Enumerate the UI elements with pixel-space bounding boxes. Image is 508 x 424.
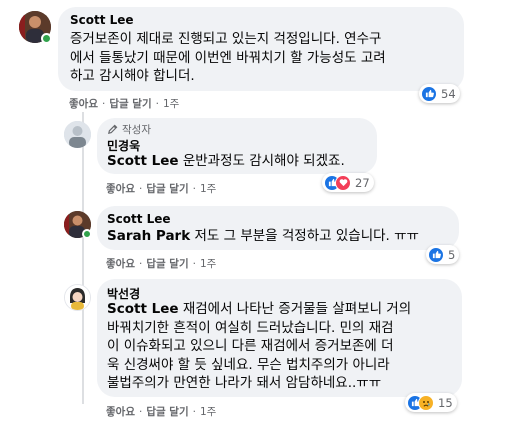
like-reaction-icon <box>421 85 437 102</box>
online-status-icon <box>82 229 92 239</box>
comment-text: Sarah Park 저도 그 부분을 걱정하고 있습니다. ㅠㅠ <box>107 227 457 246</box>
like-button[interactable]: 좋아요 <box>106 404 135 419</box>
comment-text: Scott Lee 재검에서 나타난 증거물들 살펴보니 거의 바꿔치기한 흔적… <box>107 300 459 393</box>
reaction-count: 5 <box>448 247 456 262</box>
separator: · <box>192 406 196 418</box>
separator: · <box>192 183 196 195</box>
comment-text: 증거보존이 제대로 진행되고 있는지 걱정입니다. 연수구 에서 들통났기 때문… <box>70 30 460 86</box>
comment-timestamp[interactable]: 1주 <box>200 404 216 419</box>
sad-reaction-icon <box>418 394 434 411</box>
comment-text-line: 욱 신경써야 할 듯 싶네요. 무슨 법치주의가 아니라 <box>107 356 390 373</box>
comment-text-line: 이 이슈화되고 있으니 다른 재검에서 증거보존에 더 <box>107 338 394 354</box>
like-button[interactable]: 좋아요 <box>69 96 98 111</box>
reply-button[interactable]: 답글 달기 <box>146 404 188 419</box>
comment-text-line: 재검에서 나타난 증거물들 살펴보니 거의 <box>178 301 412 317</box>
comment-text-body: 운반과정도 감시해야 되겠죠. <box>178 153 345 169</box>
comment-text-line: 바꿔치기한 흔적이 여실히 드러났습니다. 민의 재검 <box>107 319 394 336</box>
comment-actions: 좋아요 · 답글 달기 · 1주 <box>106 181 216 196</box>
reply-button[interactable]: 답글 달기 <box>109 96 151 111</box>
comment-text-body: 저도 그 부분을 걱정하고 있습니다. ㅠㅠ <box>190 228 419 244</box>
reaction-summary[interactable]: 5 <box>426 245 460 264</box>
comment-author[interactable]: Scott Lee <box>70 13 134 27</box>
separator: · <box>155 98 159 110</box>
comment-timestamp[interactable]: 1주 <box>200 256 216 271</box>
author-badge: 작성자 <box>107 122 151 137</box>
comment-text-line: 에서 들통났기 때문에 이번엔 바꿔치기 할 가능성도 고려 <box>70 49 386 66</box>
reply-button[interactable]: 답글 달기 <box>146 181 188 196</box>
avatar-image <box>65 285 90 310</box>
comment-text: Scott Lee 운반과정도 감시해야 되겠죠. <box>107 152 377 171</box>
comment-text-line: 하고 감시해야 합니더. <box>70 68 195 84</box>
avatar[interactable] <box>64 121 91 148</box>
reaction-count: 54 <box>441 86 456 101</box>
separator: · <box>138 406 143 418</box>
online-status-icon <box>41 33 52 44</box>
comment-actions: 좋아요 · 답글 달기 · 1주 <box>106 256 216 271</box>
comment-actions: 좋아요 · 답글 달기 · 1주 <box>106 404 216 419</box>
comment-text-line: 증거보존이 제대로 진행되고 있는지 걱정입니다. 연수구 <box>70 31 382 47</box>
avatar[interactable] <box>64 284 91 311</box>
separator: · <box>138 183 143 195</box>
comment-actions: 좋아요 · 답글 달기 · 1주 <box>69 96 179 111</box>
pen-icon <box>108 124 118 134</box>
like-button[interactable]: 좋아요 <box>106 256 135 271</box>
thread-line <box>82 112 84 404</box>
reaction-count: 27 <box>355 175 370 190</box>
reaction-count: 15 <box>438 395 453 410</box>
comment-text-line: 불법주의가 만연한 나라가 돼서 암담하네요..ㅠㅠ <box>107 375 382 391</box>
separator: · <box>138 258 143 270</box>
separator: · <box>192 258 196 270</box>
comment-timestamp[interactable]: 1주 <box>200 181 216 196</box>
mention-link[interactable]: Scott Lee <box>107 153 179 169</box>
like-button[interactable]: 좋아요 <box>106 181 135 196</box>
reaction-summary[interactable]: 27 <box>322 173 374 192</box>
love-reaction-icon <box>335 174 351 191</box>
reaction-summary[interactable]: 15 <box>405 393 457 412</box>
avatar-image <box>64 121 91 148</box>
author-badge-label: 작성자 <box>122 124 151 136</box>
reaction-summary[interactable]: 54 <box>419 84 460 103</box>
mention-link[interactable]: Scott Lee <box>107 301 179 317</box>
separator: · <box>101 98 106 110</box>
like-reaction-icon <box>428 246 444 263</box>
mention-link[interactable]: Sarah Park <box>107 228 190 244</box>
comment-author[interactable]: Scott Lee <box>107 212 171 226</box>
comment-timestamp[interactable]: 1주 <box>163 96 179 111</box>
reply-button[interactable]: 답글 달기 <box>146 256 188 271</box>
